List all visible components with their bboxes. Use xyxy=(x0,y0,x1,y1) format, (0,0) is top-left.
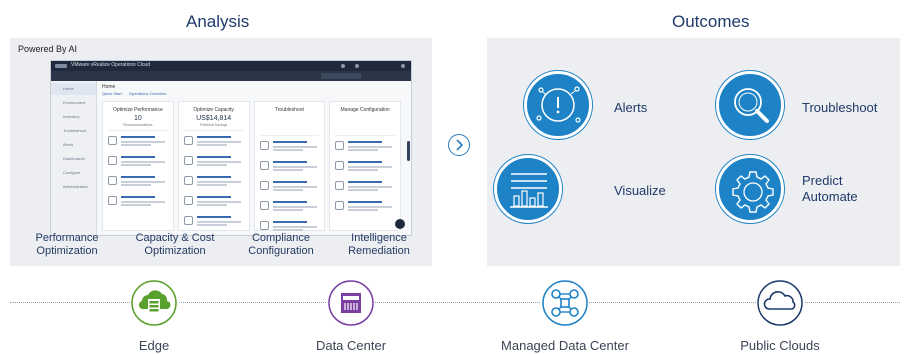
mock-row xyxy=(334,198,396,216)
mock-sidebar-item: Administration xyxy=(63,184,89,189)
mock-column-value: US$14,814 xyxy=(196,115,232,122)
mock-row xyxy=(183,133,245,151)
mock-sidebar-item: Dashboards xyxy=(63,156,85,161)
mock-columns: Optimize Performance 10 Recommendations … xyxy=(102,101,401,231)
mock-main: Home Quick Start Operations Overview Opt… xyxy=(98,81,411,235)
mock-tabs: Quick Start Operations Overview xyxy=(102,91,172,96)
outcome-predict-automate-label: Predict Automate xyxy=(802,173,858,204)
chevron-right-icon xyxy=(448,134,470,156)
outcome-troubleshoot-label: Troubleshoot xyxy=(802,100,878,115)
env-data-center-label: Data Center xyxy=(315,338,387,353)
mock-row xyxy=(107,133,169,151)
mock-help-icon xyxy=(341,64,345,68)
mock-row xyxy=(107,173,169,191)
mock-tab: Operations Overview xyxy=(128,91,167,96)
mock-column-sub: Recommendations xyxy=(123,123,153,127)
mock-sidebar-item: Inventory xyxy=(63,114,80,119)
mock-column-title: Optimize Performance xyxy=(113,107,163,113)
mock-row xyxy=(259,198,321,216)
mock-column: Optimize Capacity US$14,814 Potential Sa… xyxy=(177,101,250,231)
mock-column-sub xyxy=(255,119,325,123)
feature-performance: Performance Optimization xyxy=(35,232,99,257)
gear-icon xyxy=(716,155,784,223)
mock-column-value: 10 xyxy=(133,115,142,122)
env-edge-label: Edge xyxy=(138,338,170,353)
feature-compliance: Compliance Configuration xyxy=(248,232,314,257)
powered-by-label: Powered By AI xyxy=(18,44,78,54)
mock-scrollbar xyxy=(407,141,410,161)
mock-sidebar-item: Environment xyxy=(63,100,86,105)
mock-sidebar: Home Environment Inventory Troubleshoot … xyxy=(51,81,97,235)
mock-row xyxy=(259,138,321,156)
mock-row xyxy=(183,153,245,171)
mock-column-title: Optimize Capacity xyxy=(193,107,234,113)
mock-column: Manage Configuration xyxy=(329,101,401,231)
mock-row xyxy=(259,178,321,196)
outcomes-title: Outcomes xyxy=(672,12,750,31)
mock-row xyxy=(334,158,396,176)
feature-capacity-cost: Capacity & Cost Optimization xyxy=(135,232,215,257)
mock-menu-icon xyxy=(401,64,405,68)
mock-sidebar-item: Alerts xyxy=(63,142,74,147)
mock-row xyxy=(183,193,245,211)
mock-search-input xyxy=(321,73,361,79)
mock-row xyxy=(334,178,396,196)
mock-row xyxy=(183,173,245,191)
outcome-alerts-label: Alerts xyxy=(614,100,648,115)
env-managed-data-center-label: Managed Data Center xyxy=(501,338,629,353)
mock-row xyxy=(183,213,245,231)
mock-column-sub xyxy=(330,119,400,123)
public-cloud-icon xyxy=(756,279,804,327)
analysis-panel: Powered By AI VMware vRealize Operations… xyxy=(10,38,432,266)
feature-intelligence: Intelligence Remediation xyxy=(348,232,410,257)
outcome-visualize-label: Visualize xyxy=(614,183,666,198)
analysis-title: Analysis xyxy=(186,12,250,31)
managed-data-center-icon xyxy=(541,279,589,327)
mock-row xyxy=(334,138,396,156)
outcomes-panel: Alerts Troubleshoot Visualize Predict Au… xyxy=(487,38,900,266)
alert-icon xyxy=(524,71,592,139)
mock-app-title: VMware vRealize Operations Cloud xyxy=(71,62,151,68)
mock-sidebar-item: Home xyxy=(51,83,96,95)
mock-page-title: Home xyxy=(102,84,116,90)
mock-logo xyxy=(55,64,67,68)
mock-help-button xyxy=(395,219,405,229)
mock-column: Optimize Performance 10 Recommendations xyxy=(102,101,174,231)
product-screenshot: VMware vRealize Operations Cloud Home En… xyxy=(50,60,412,236)
mock-column: Troubleshoot xyxy=(253,101,326,231)
mock-row xyxy=(107,153,169,171)
mock-row xyxy=(259,158,321,176)
mock-user-icon xyxy=(355,64,359,68)
mock-sidebar-item: Configure xyxy=(63,170,81,175)
env-public-clouds-label: Public Clouds xyxy=(740,338,820,353)
mock-row xyxy=(107,193,169,211)
mock-column-title: Troubleshoot xyxy=(274,107,304,113)
bar-chart-icon xyxy=(494,155,562,223)
mock-tab: Quick Start xyxy=(102,91,122,96)
mock-title-bar: VMware vRealize Operations Cloud xyxy=(51,61,411,71)
magnifier-icon xyxy=(716,71,784,139)
data-center-icon xyxy=(327,279,375,327)
mock-sidebar-item: Troubleshoot xyxy=(63,128,87,133)
mock-column-sub: Potential Savings xyxy=(200,123,228,127)
mock-column-title: Manage Configuration xyxy=(340,107,390,113)
mock-toolbar xyxy=(51,71,411,81)
edge-cloud-icon xyxy=(130,279,178,327)
